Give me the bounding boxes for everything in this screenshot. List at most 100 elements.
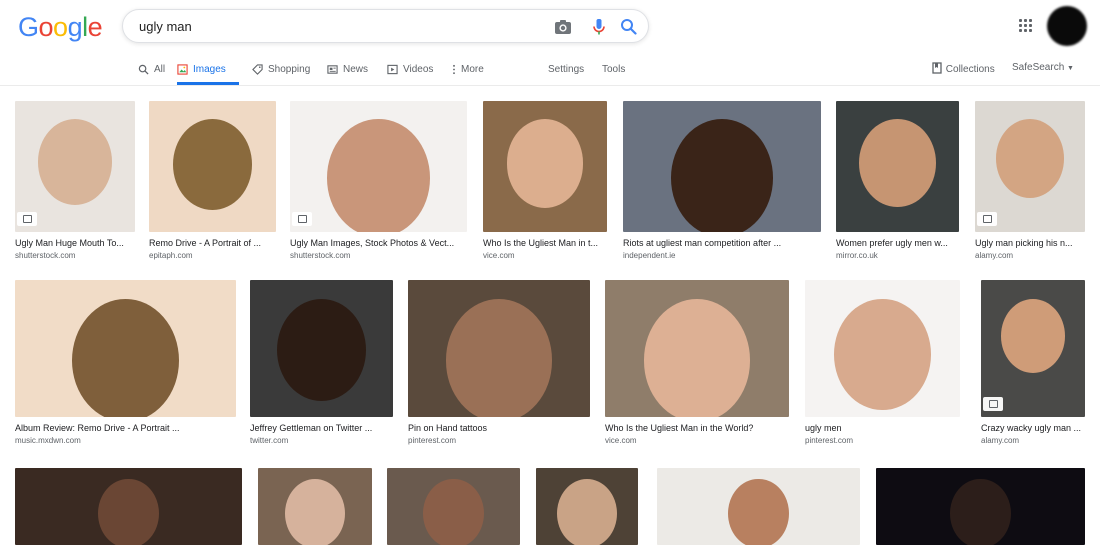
image-thumbnail[interactable]: [387, 468, 520, 545]
image-thumbnail[interactable]: [536, 468, 638, 545]
result-caption[interactable]: Crazy wacky ugly man ...: [981, 423, 1085, 434]
result-domain: shutterstock.com: [290, 251, 351, 260]
search-box: [122, 9, 649, 43]
image-result[interactable]: [258, 468, 372, 545]
image-thumbnail[interactable]: [805, 280, 960, 417]
image-thumbnail[interactable]: [876, 468, 1085, 545]
image-thumbnail[interactable]: [483, 101, 607, 232]
collections-link[interactable]: Collections: [932, 62, 995, 75]
image-thumbnail[interactable]: [290, 101, 467, 232]
result-caption[interactable]: Ugly man picking his n...: [975, 238, 1085, 249]
image-result[interactable]: Remo Drive - A Portrait of ... epitaph.co…: [149, 101, 276, 261]
tab-all[interactable]: All: [138, 54, 165, 85]
result-caption[interactable]: Women prefer ugly men w...: [836, 238, 959, 249]
logo-letter: o: [38, 12, 54, 42]
result-domain: alamy.com: [981, 436, 1020, 445]
image-thumbnail[interactable]: [975, 101, 1085, 232]
result-caption[interactable]: Jeffrey Gettleman on Twitter ...: [250, 423, 393, 434]
image-thumbnail[interactable]: [258, 468, 372, 545]
result-caption[interactable]: Riots at ugliest man competition after .…: [623, 238, 821, 249]
result-caption[interactable]: Who Is the Ugliest Man in the World?: [605, 423, 789, 434]
photo-subject: [556, 478, 618, 545]
product-image-icon: [17, 212, 37, 226]
image-result[interactable]: Riots at ugliest man competition after .…: [623, 101, 821, 261]
image-result[interactable]: ugly men pinterest.com: [805, 280, 960, 446]
product-image-icon: [977, 212, 997, 226]
logo-letter: e: [87, 12, 103, 42]
image-thumbnail[interactable]: [605, 280, 789, 417]
photo-subject: [1000, 299, 1066, 374]
photo-subject: [995, 119, 1065, 198]
image-result[interactable]: Who Is the Ugliest Man in the World? vice…: [605, 280, 789, 446]
photo-subject: [423, 478, 484, 545]
photo-subject: [37, 119, 113, 205]
photo-subject: [72, 299, 179, 417]
result-caption[interactable]: Pin on Hand tattoos: [408, 423, 590, 434]
result-domain: epitaph.com: [149, 251, 193, 260]
photo-subject: [277, 299, 366, 402]
image-result[interactable]: Who Is the Ugliest Man in t... vice.com: [483, 101, 607, 261]
tab-label: News: [343, 64, 369, 75]
image-result[interactable]: [876, 468, 1085, 545]
caret-down-icon: ▼: [1067, 65, 1074, 72]
image-thumbnail[interactable]: [657, 468, 860, 545]
image-result[interactable]: Ugly Man Huge Mouth To... shutterstock.co…: [15, 101, 135, 261]
tab-label: All: [154, 64, 166, 75]
result-domain: independent.ie: [623, 251, 676, 260]
camera-icon[interactable]: [553, 17, 573, 37]
image-thumbnail[interactable]: [836, 101, 959, 232]
image-result[interactable]: Jeffrey Gettleman on Twitter ... twitter.…: [250, 280, 393, 446]
image-result[interactable]: Pin on Hand tattoos pinterest.com: [408, 280, 590, 446]
image-result[interactable]: Ugly Man Images, Stock Photos & Vect... s…: [290, 101, 467, 261]
google-logo[interactable]: Google: [18, 12, 103, 43]
tag-icon: [252, 64, 263, 75]
logo-letter: o: [53, 12, 68, 42]
image-result[interactable]: Women prefer ugly men w... mirror.co.uk: [836, 101, 959, 261]
image-icon: [177, 64, 188, 75]
result-caption[interactable]: Ugly Man Huge Mouth To...: [15, 238, 135, 249]
news-icon: [327, 65, 338, 74]
result-domain: music.mxdwn.com: [15, 436, 81, 445]
result-domain: mirror.co.uk: [836, 251, 878, 260]
image-thumbnail[interactable]: [408, 280, 590, 417]
result-domain: vice.com: [605, 436, 637, 445]
image-thumbnail[interactable]: [15, 101, 135, 232]
photo-subject: [327, 119, 430, 232]
tools-link[interactable]: Tools: [602, 54, 625, 85]
image-thumbnail[interactable]: [149, 101, 276, 232]
account-avatar[interactable]: [1047, 6, 1087, 46]
image-result[interactable]: [387, 468, 520, 545]
result-caption[interactable]: Remo Drive - A Portrait of ...: [149, 238, 276, 249]
settings-link[interactable]: Settings: [548, 54, 584, 85]
result-domain: twitter.com: [250, 436, 289, 445]
image-result[interactable]: Album Review: Remo Drive - A Portrait ..…: [15, 280, 236, 446]
video-icon: [387, 64, 398, 75]
image-result[interactable]: [657, 468, 860, 545]
tab-videos[interactable]: Videos: [387, 54, 433, 85]
bookmark-icon: [932, 62, 942, 74]
result-caption[interactable]: Album Review: Remo Drive - A Portrait ..…: [15, 423, 236, 434]
image-thumbnail[interactable]: [15, 468, 242, 545]
result-caption[interactable]: Who Is the Ugliest Man in t...: [483, 238, 607, 249]
tab-more[interactable]: More: [452, 54, 484, 85]
safesearch-dropdown[interactable]: SafeSearch ▼: [1012, 62, 1074, 73]
image-thumbnail[interactable]: [15, 280, 236, 417]
image-result[interactable]: [15, 468, 242, 545]
result-caption[interactable]: Ugly Man Images, Stock Photos & Vect...: [290, 238, 467, 249]
image-thumbnail[interactable]: [623, 101, 821, 232]
search-icon[interactable]: [619, 17, 639, 37]
photo-subject: [643, 299, 751, 417]
tab-images[interactable]: Images: [177, 54, 239, 85]
tab-shopping[interactable]: Shopping: [252, 54, 310, 85]
image-thumbnail[interactable]: [981, 280, 1085, 417]
image-result[interactable]: [536, 468, 638, 545]
image-result[interactable]: Crazy wacky ugly man ... alamy.com: [981, 280, 1085, 446]
image-thumbnail[interactable]: [250, 280, 393, 417]
photo-subject: [728, 478, 789, 545]
tab-news[interactable]: News: [327, 54, 368, 85]
result-caption[interactable]: ugly men: [805, 423, 960, 434]
search-input[interactable]: [139, 17, 549, 35]
mic-icon[interactable]: [589, 17, 609, 37]
apps-grid-icon[interactable]: [1019, 19, 1033, 33]
image-result[interactable]: Ugly man picking his n... alamy.com: [975, 101, 1085, 261]
